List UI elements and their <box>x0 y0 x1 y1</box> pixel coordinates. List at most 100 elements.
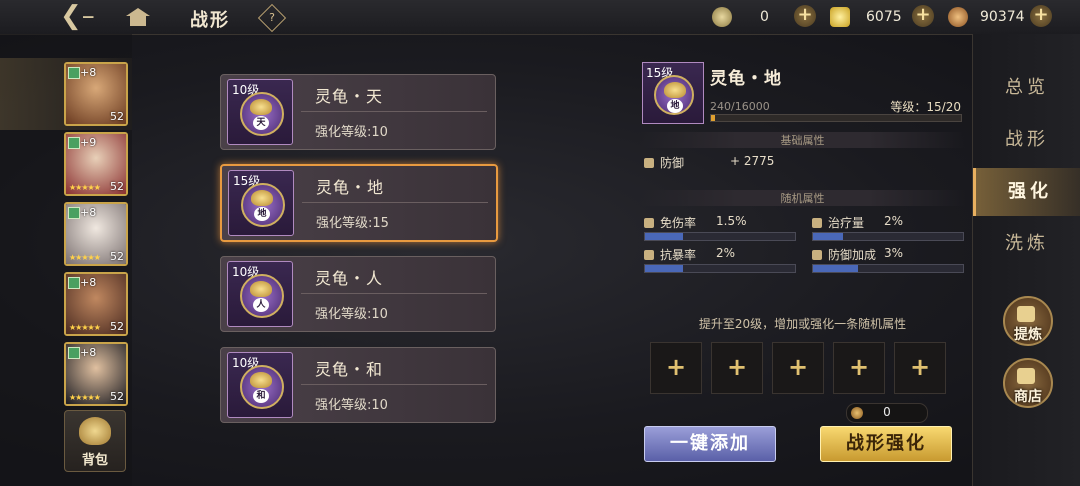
hero-level: 52 <box>110 110 124 123</box>
base-attr-title: 基础属性 <box>640 132 965 148</box>
hero-level: 52 <box>110 390 124 403</box>
add-token-button[interactable]: + <box>794 5 816 27</box>
hero-stars: ★★★★★ <box>69 183 101 192</box>
formation-card-tian[interactable]: 10级 天 灵龟・天 强化等级:10 <box>220 74 496 150</box>
hero-card-5[interactable]: +8 ★★★★★ 52 <box>64 342 128 406</box>
refine-button[interactable]: 提炼 <box>1003 296 1053 346</box>
refine-cauldron-icon <box>1017 306 1035 322</box>
plus-icon: + <box>665 353 687 381</box>
material-slot-2[interactable]: + <box>711 342 763 394</box>
spirit-turtle-icon: 地 <box>654 75 694 115</box>
attr-bar <box>644 264 796 273</box>
bag-label: 背包 <box>81 453 108 468</box>
enhance-cost: 0 <box>846 403 928 423</box>
back-arrow-icon[interactable]: ❮– <box>60 3 95 30</box>
formation-detail-panel: 15级 地 灵龟・地 240/16000 等级：15/20 基础属性 防御 + … <box>640 60 965 470</box>
attr-crit-resist: 抗暴率 2% <box>644 246 794 263</box>
formation-char: 和 <box>253 389 269 403</box>
material-slot-3[interactable]: + <box>772 342 824 394</box>
help-button[interactable]: ? <box>257 3 287 33</box>
attr-name: 防御 <box>660 156 685 170</box>
hero-bonus: +8 <box>80 66 97 79</box>
auto-add-button[interactable]: 一键添加 <box>644 426 776 462</box>
attr-bar-fill <box>813 265 858 272</box>
shield-icon <box>644 158 654 168</box>
currency-token: 0 + <box>712 5 816 29</box>
tab-formation[interactable]: 战形 <box>973 116 1080 164</box>
hero-card-1[interactable]: +8 52 <box>64 62 128 126</box>
home-icon[interactable] <box>124 6 152 28</box>
formation-name: 灵龟・人 <box>315 269 384 288</box>
hero-bonus: +8 <box>80 346 97 359</box>
attr-bar-fill <box>645 233 683 240</box>
shop-label: 商店 <box>1014 389 1042 405</box>
plus-icon: + <box>848 353 870 381</box>
class-badge-icon <box>68 347 80 359</box>
tab-enhance[interactable]: 强化 <box>973 168 1080 216</box>
attr-bar <box>812 232 964 241</box>
detail-emblem: 15级 地 <box>642 62 704 124</box>
formation-card-di[interactable]: 15级 地 灵龟・地 强化等级:15 <box>220 164 498 242</box>
wing-icon <box>644 218 654 228</box>
formation-emblem: 10级 人 <box>227 261 293 327</box>
plus-icon: + <box>787 353 809 381</box>
formation-emblem: 10级 天 <box>227 79 293 145</box>
divider <box>301 293 487 294</box>
formation-name: 灵龟・地 <box>316 178 385 197</box>
detail-name: 灵龟・地 <box>710 69 782 89</box>
grade-text: 等级：15/20 <box>890 100 961 114</box>
enhance-button[interactable]: 战形强化 <box>820 426 952 462</box>
copper-coin-icon <box>948 7 968 27</box>
formation-name: 灵龟・和 <box>315 360 384 379</box>
right-tab-bar: 总览 战形 强化 洗炼 提炼 商店 <box>972 34 1080 486</box>
hero-bonus: +8 <box>80 206 97 219</box>
attr-defense: 防御 + 2775 <box>644 154 844 171</box>
hero-stars: ★★★★★ <box>69 323 101 332</box>
formation-char: 地 <box>254 207 270 221</box>
attr-bar-fill <box>645 265 683 272</box>
attr-value: 2% <box>884 214 904 228</box>
currency-gold: 6075 + <box>830 5 934 29</box>
shop-button[interactable]: 商店 <box>1003 358 1053 408</box>
material-slot-5[interactable]: + <box>894 342 946 394</box>
attr-value: 1.5% <box>716 214 747 228</box>
wing-icon <box>644 250 654 260</box>
formation-enhance-level: 强化等级:15 <box>316 216 389 231</box>
attr-bar <box>644 232 796 241</box>
material-slot-4[interactable]: + <box>833 342 885 394</box>
hero-card-4[interactable]: +8 ★★★★★ 52 <box>64 272 128 336</box>
add-gold-button[interactable]: + <box>912 5 934 27</box>
gold-ingot-icon <box>830 7 850 27</box>
divider <box>301 384 487 385</box>
plus-icon: + <box>909 353 931 381</box>
hero-card-3[interactable]: +8 ★★★★★ 52 <box>64 202 128 266</box>
attr-value: + 2775 <box>730 154 775 168</box>
hero-stars: ★★★★★ <box>69 253 101 262</box>
hero-level: 52 <box>110 180 124 193</box>
formation-char: 人 <box>253 298 269 312</box>
material-slot-1[interactable]: + <box>650 342 702 394</box>
add-copper-button[interactable]: + <box>1030 5 1052 27</box>
bag-button[interactable]: 背包 <box>64 410 126 472</box>
currency-value: 6075 <box>866 9 902 25</box>
shop-icon <box>1017 368 1035 384</box>
tab-refine[interactable]: 洗炼 <box>973 220 1080 268</box>
currency-value: 0 <box>760 9 769 25</box>
help-icon: ? <box>269 11 275 24</box>
attr-name: 治疗量 <box>828 216 865 230</box>
hero-card-2[interactable]: +9 ★★★★★ 52 <box>64 132 128 196</box>
attr-value: 3% <box>884 246 904 260</box>
formation-card-ren[interactable]: 10级 人 灵龟・人 强化等级:10 <box>220 256 496 332</box>
bag-icon <box>79 417 111 445</box>
divider <box>302 202 488 203</box>
attr-bar <box>812 264 964 273</box>
hero-bonus: +8 <box>80 276 97 289</box>
shield-icon <box>812 250 822 260</box>
tab-overview[interactable]: 总览 <box>973 64 1080 112</box>
formation-card-he[interactable]: 10级 和 灵龟・和 强化等级:10 <box>220 347 496 423</box>
divider <box>301 111 487 112</box>
class-badge-icon <box>68 207 80 219</box>
attr-bar-fill <box>813 233 843 240</box>
attr-name: 免伤率 <box>660 216 697 230</box>
formation-enhance-level: 强化等级:10 <box>315 398 388 413</box>
